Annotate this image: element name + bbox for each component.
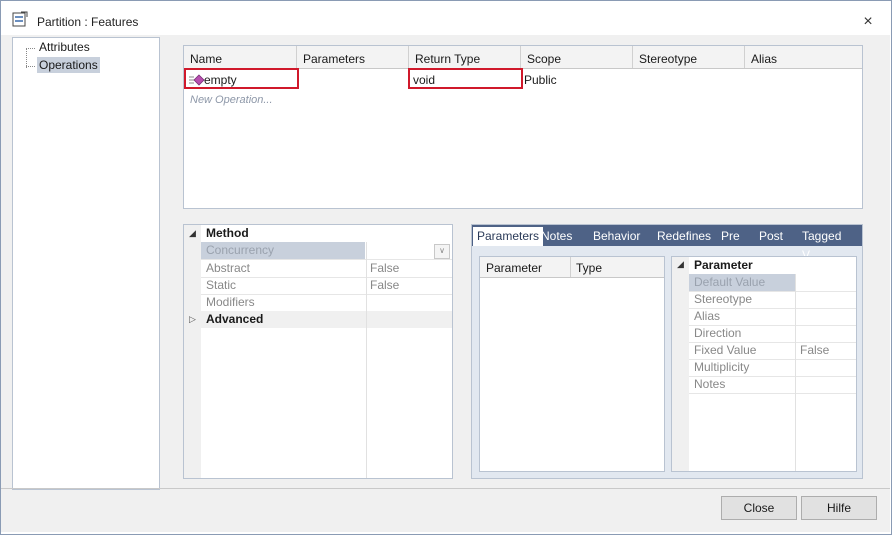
tab-strip: Parameters Notes Behavior Redefines Pre … [472,225,862,262]
group-method[interactable]: ◢ Method [184,225,452,242]
operations-grid: Name Parameters Return Type Scope Stereo… [183,45,863,209]
column-header-parameter[interactable]: Parameter [486,260,542,276]
column-header-parameters[interactable]: Parameters [297,46,409,68]
property-row-static[interactable]: Static False [184,277,452,294]
tab-tagged-values[interactable]: Tagged V... [798,227,862,262]
property-label-default-value[interactable]: Default Value [694,274,765,291]
property-value-fixed-value[interactable]: False [800,342,829,359]
details-tab-panel: Parameters Notes Behavior Redefines Pre … [471,224,863,479]
column-divider [795,274,796,471]
row-separator [689,393,856,394]
property-label-direction[interactable]: Direction [694,325,741,342]
close-button[interactable]: Close [721,496,797,520]
column-header-stereotype[interactable]: Stereotype [633,46,745,68]
tab-behavior[interactable]: Behavior [589,227,644,246]
window-title: Partition : Features [37,15,139,29]
close-icon[interactable]: × [859,14,877,32]
parameters-list: Parameter Type [479,256,665,472]
tree-connector [26,48,35,49]
property-label-notes[interactable]: Notes [694,376,725,393]
features-app-icon [12,11,28,27]
property-label: Abstract [206,261,251,275]
property-value[interactable]: False [370,277,399,294]
tree-connector [26,48,37,68]
group-advanced[interactable]: ▷ Advanced [184,311,452,328]
property-label-multiplicity[interactable]: Multiplicity [694,359,749,376]
column-divider [366,242,367,478]
highlight-name-cell [184,68,299,89]
property-row-abstract[interactable]: Abstract False [184,260,452,277]
group-method-label: Method [206,226,249,240]
property-value[interactable]: False [370,260,399,277]
column-header-alias[interactable]: Alias [745,46,862,68]
row-cell-scope[interactable]: Public [524,72,557,88]
column-divider [570,257,571,277]
property-label-stereotype[interactable]: Stereotype [694,291,752,308]
property-gutter [672,257,689,471]
property-label-alias[interactable]: Alias [694,308,720,325]
tab-parameters[interactable]: Parameters [473,227,544,246]
parameter-property-grid: ◢ Parameter Default Value Stereotype Ali… [671,256,857,472]
dropdown-chevron-icon[interactable]: ∨ [434,244,450,259]
expand-triangle-icon[interactable]: ▷ [189,311,196,328]
help-button[interactable]: Hilfe [801,496,877,520]
collapse-triangle-icon[interactable]: ◢ [189,225,196,242]
tree-item-operations[interactable]: Operations [37,57,100,73]
tab-pre[interactable]: Pre [717,227,744,246]
tab-post[interactable]: Post [755,227,787,246]
property-label: Concurrency [206,243,275,257]
tab-notes[interactable]: Notes [537,227,576,246]
tab-redefines[interactable]: Redefines [653,227,715,246]
footer-separator [1,488,890,489]
group-advanced-label: Advanced [206,312,264,326]
group-parameter-label: Parameter [694,258,753,272]
grid-header: Name Parameters Return Type Scope Stereo… [184,46,862,69]
property-row-modifiers[interactable]: Modifiers [184,294,452,311]
highlight-return-type-cell [408,68,523,89]
property-label: Static [206,278,237,292]
column-header-scope[interactable]: Scope [521,46,633,68]
method-property-grid: ◢ Method Concurrency ∨ Abstract False St… [183,224,453,479]
tree-connector [26,66,35,67]
property-label: Modifiers [206,295,255,309]
column-header-type[interactable]: Type [576,260,602,276]
feature-tree: Attributes Operations [12,37,160,490]
tree-item-attributes[interactable]: Attributes [37,39,92,55]
column-header-return-type[interactable]: Return Type [409,46,521,68]
new-operation-placeholder[interactable]: New Operation... [190,94,273,106]
column-header-name[interactable]: Name [184,46,297,68]
property-row-concurrency[interactable]: Concurrency ∨ [184,242,452,259]
collapse-triangle-icon[interactable]: ◢ [677,259,684,270]
property-label-fixed-value[interactable]: Fixed Value [694,342,756,359]
